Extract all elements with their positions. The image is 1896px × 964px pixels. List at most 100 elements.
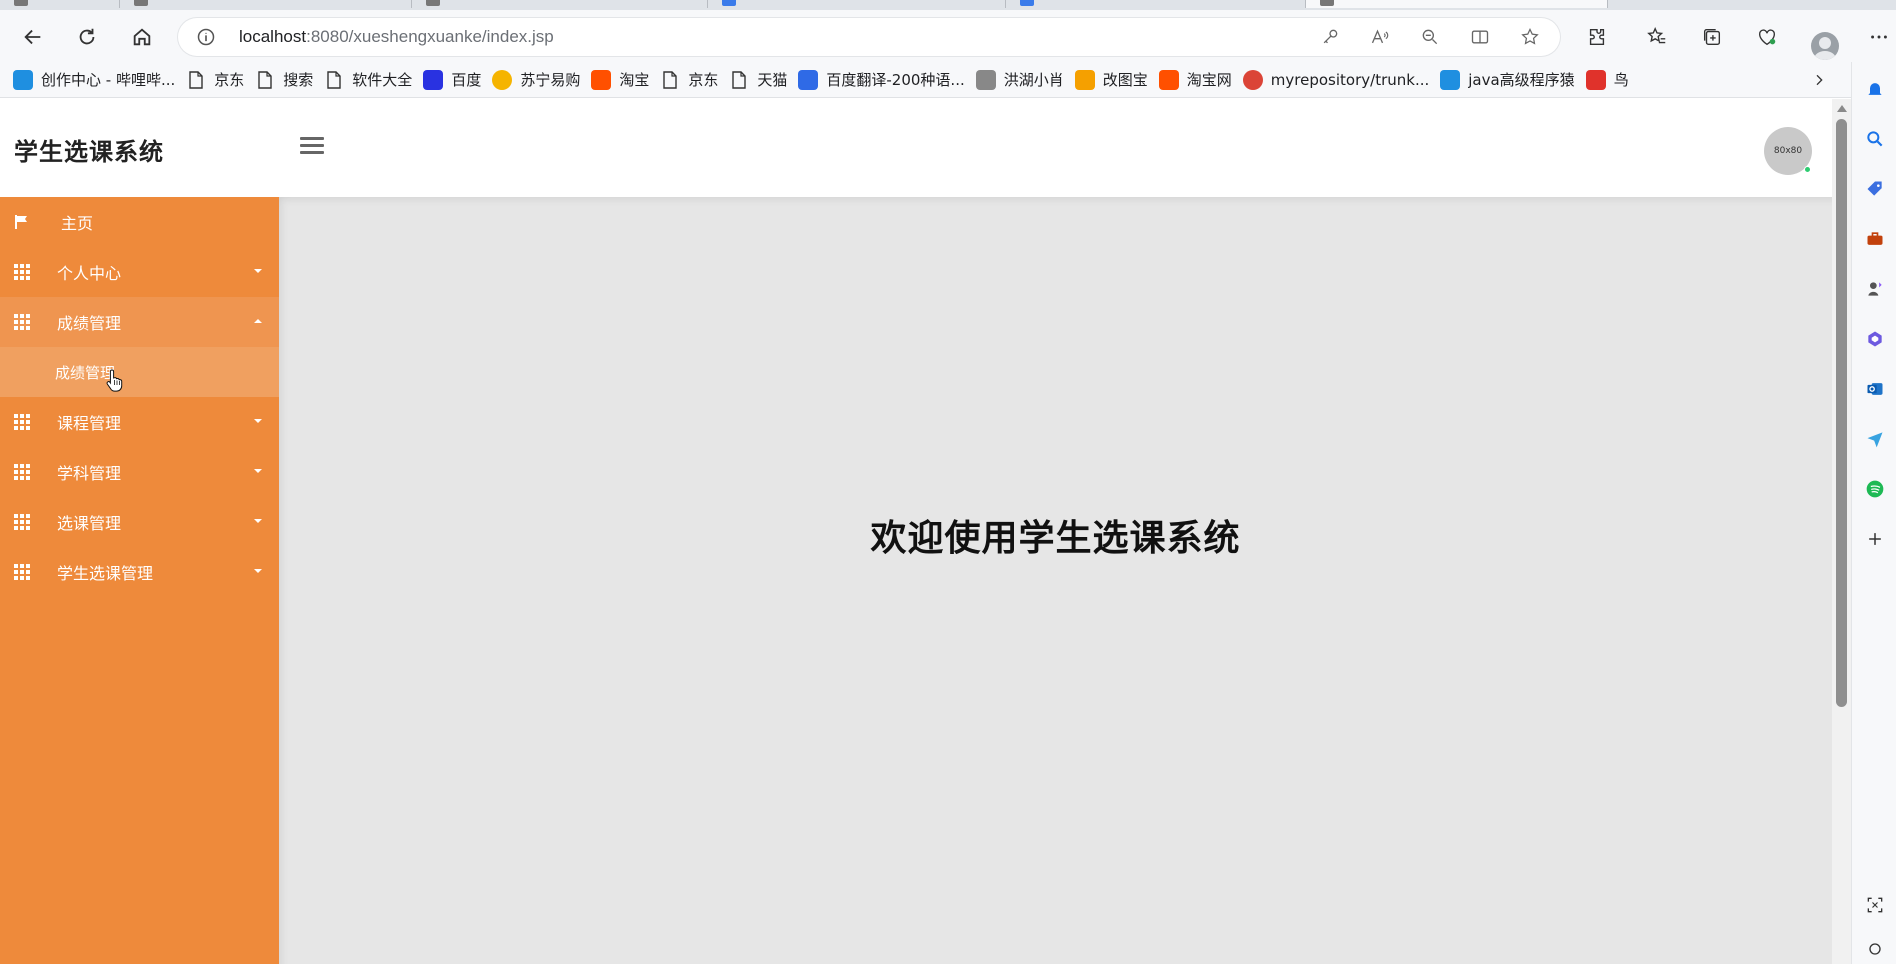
- user-avatar[interactable]: 80x80: [1764, 127, 1812, 175]
- home-button[interactable]: [125, 20, 159, 54]
- chrome-icon: [1242, 69, 1263, 90]
- scrollbar-thumb[interactable]: [1836, 119, 1847, 707]
- shopping-tag-icon[interactable]: [1862, 176, 1888, 202]
- reload-icon: [79, 28, 95, 45]
- url-text[interactable]: localhost:8080/xueshengxuanke/index.jsp: [239, 27, 554, 47]
- browser-tab[interactable]: [412, 0, 708, 8]
- send-plane-icon[interactable]: [1862, 426, 1888, 452]
- address-bar[interactable]: localhost:8080/xueshengxuanke/index.jsp: [178, 18, 1560, 56]
- bookmark-item[interactable]: 京东: [660, 66, 727, 94]
- screenshot-icon[interactable]: [1862, 892, 1888, 918]
- bookmark-item[interactable]: 创作中心 - 哔哩哔...: [13, 66, 184, 94]
- toolbox-icon[interactable]: [1862, 226, 1888, 252]
- nav-item-label: 学科管理: [57, 464, 122, 483]
- outlook-icon[interactable]: [1862, 376, 1888, 402]
- sidebar-settings-gear-icon[interactable]: [1862, 936, 1888, 962]
- bird-icon: [975, 69, 996, 90]
- bookmark-item[interactable]: 淘宝: [591, 66, 658, 94]
- hamburger-icon: [300, 151, 324, 154]
- welcome-heading: 欢迎使用学生选课系统: [870, 518, 1241, 559]
- reload-button[interactable]: [70, 20, 104, 54]
- bookmark-item[interactable]: java高级程序猿: [1440, 66, 1583, 94]
- scroll-up-arrow-icon[interactable]: [1837, 105, 1847, 112]
- favorite-star-icon[interactable]: [1520, 27, 1540, 47]
- settings-menu-button[interactable]: [1862, 20, 1896, 54]
- bookmark-item[interactable]: 百度: [423, 66, 490, 94]
- collections-icon: [1703, 28, 1721, 46]
- nav-item-selection-management[interactable]: 选课管理: [0, 497, 279, 547]
- bookmark-item[interactable]: 淘宝网: [1158, 66, 1241, 94]
- bookmark-label: 改图宝: [1102, 71, 1148, 89]
- tab-favicon-icon: [1320, 0, 1334, 6]
- nav-item-subject-management[interactable]: 学科管理: [0, 447, 279, 497]
- bookmark-item[interactable]: 改图宝: [1074, 66, 1157, 94]
- site-info-icon[interactable]: [196, 27, 216, 47]
- browser-essentials-button[interactable]: [1750, 20, 1784, 54]
- favorites-button[interactable]: [1640, 20, 1674, 54]
- page-scrollbar[interactable]: [1832, 99, 1851, 964]
- grid-icon: [14, 314, 30, 330]
- bookmark-item[interactable]: 京东: [186, 66, 253, 94]
- submenu-item-grade-management[interactable]: 成绩管理: [0, 347, 279, 397]
- bookmark-item[interactable]: 洪湖小肖: [975, 66, 1073, 94]
- suning-icon: [492, 69, 513, 90]
- add-icon[interactable]: [1862, 526, 1888, 552]
- bookmark-item[interactable]: 搜索: [255, 66, 322, 94]
- bookmark-item[interactable]: 天猫: [729, 66, 796, 94]
- browser-tab[interactable]: [0, 0, 120, 8]
- bookmark-label: 软件大全: [352, 71, 413, 89]
- caret-down-icon: [254, 469, 262, 473]
- caret-down-icon: [254, 519, 262, 523]
- zoom-out-icon[interactable]: [1420, 27, 1440, 47]
- nav-item-label: 个人中心: [57, 264, 122, 283]
- search-icon[interactable]: [1862, 126, 1888, 152]
- bookmark-item[interactable]: 百度翻译-200种语...: [798, 66, 973, 94]
- tab-favicon-icon: [1020, 0, 1034, 6]
- bookmark-label: 搜索: [283, 71, 314, 89]
- notifications-bell-icon[interactable]: [1862, 76, 1888, 102]
- back-arrow-icon: [24, 29, 41, 45]
- microsoft-365-icon[interactable]: [1862, 326, 1888, 352]
- nav-item-personal-center[interactable]: 个人中心: [0, 247, 279, 297]
- bookmark-label: 创作中心 - 哔哩哔...: [41, 71, 176, 89]
- profile-avatar[interactable]: [1811, 32, 1839, 60]
- menu-toggle-button[interactable]: [300, 137, 324, 159]
- key-icon[interactable]: [1320, 27, 1340, 47]
- bookmarks-bar: 创作中心 - 哔哩哔... 京东 搜索 软件大全 百度 苏宁易购 淘宝 京东 天猫 百度翻译-20…: [0, 62, 1851, 98]
- nav-item-course-management[interactable]: 课程管理: [0, 397, 279, 447]
- browser-tab-active[interactable]: [1306, 0, 1608, 8]
- split-screen-icon[interactable]: [1470, 27, 1490, 47]
- browser-tab[interactable]: [708, 0, 1006, 8]
- browser-tab[interactable]: [1006, 0, 1306, 8]
- taobao-icon: [591, 69, 612, 90]
- page-icon: [660, 70, 680, 90]
- page-icon: [324, 70, 344, 90]
- bookmark-item[interactable]: 鸟: [1585, 66, 1638, 94]
- bookmark-item[interactable]: 苏宁易购: [492, 66, 589, 94]
- caret-down-icon: [254, 419, 262, 423]
- caret-down-icon: [254, 569, 262, 573]
- collections-button[interactable]: [1695, 20, 1729, 54]
- heart-pulse-icon: [1758, 29, 1776, 46]
- browser-tab[interactable]: [120, 0, 412, 8]
- nav-item-grade-management[interactable]: 成绩管理: [0, 297, 279, 347]
- nav-item-student-selection-management[interactable]: 学生选课管理: [0, 547, 279, 597]
- bookmark-item[interactable]: myrepository/trunk...: [1242, 66, 1438, 94]
- games-chess-icon[interactable]: [1862, 276, 1888, 302]
- nav-item-home[interactable]: 主页: [0, 197, 279, 247]
- tab-favicon-icon: [722, 0, 736, 6]
- nav-item-label: 学生选课管理: [57, 564, 154, 583]
- flag-icon: [15, 215, 27, 229]
- spotify-icon[interactable]: [1862, 476, 1888, 502]
- page-icon: [186, 70, 206, 90]
- bookmark-label: 淘宝网: [1186, 71, 1232, 89]
- back-button[interactable]: [16, 20, 50, 54]
- nav-item-label: 课程管理: [57, 414, 122, 433]
- grid-icon: [14, 264, 30, 280]
- baidu-paw-icon: [423, 69, 444, 90]
- bilibili-icon: [1440, 69, 1461, 90]
- extensions-button[interactable]: [1580, 20, 1614, 54]
- read-aloud-icon[interactable]: [1370, 27, 1390, 47]
- more-bookmarks-button[interactable]: [1805, 66, 1833, 94]
- bookmark-item[interactable]: 软件大全: [324, 66, 421, 94]
